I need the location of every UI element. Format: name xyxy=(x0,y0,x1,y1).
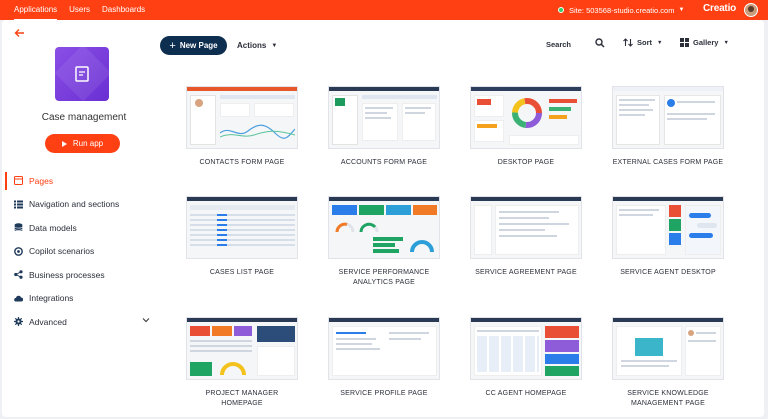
page-card[interactable]: SERVICE PROFILE PAGE xyxy=(328,317,440,399)
sidebar-item-copilot[interactable]: Copilot scenarios xyxy=(2,240,162,264)
sidebar-menu: Pages Navigation and sections Data model… xyxy=(2,169,162,334)
page-card[interactable]: CONTACTS FORM PAGE xyxy=(186,86,298,168)
page-card-title: CC AGENT HOMEPAGE xyxy=(485,390,567,397)
page-card-title: CONTACTS FORM PAGE xyxy=(199,159,285,166)
sidebar-item-label: Advanced xyxy=(29,316,67,327)
copilot-icon xyxy=(14,246,23,256)
app-icon xyxy=(55,47,109,101)
sort-button[interactable]: Sort ▼ xyxy=(623,38,662,47)
chevron-down-icon[interactable] xyxy=(142,316,150,325)
page-card[interactable]: ACCOUNTS FORM PAGE xyxy=(328,86,440,168)
page-card-title: DESKTOP PAGE xyxy=(497,159,555,166)
gallery-view-button[interactable]: Gallery ▼ xyxy=(680,38,729,47)
app-title: Case management xyxy=(41,112,127,123)
process-icon xyxy=(14,270,23,280)
top-bar: Applications Users Dashboards Site: 5035… xyxy=(0,0,768,20)
chevron-down-icon: ▼ xyxy=(678,7,685,13)
new-page-button[interactable]: + New Page xyxy=(160,36,227,55)
sidebar-item-label: Integrations xyxy=(29,293,74,304)
sidebar-item-business-processes[interactable]: Business processes xyxy=(2,263,162,287)
play-icon xyxy=(61,140,67,147)
case-icon xyxy=(75,66,89,82)
page-thumbnail xyxy=(328,196,440,259)
sidebar-item-pages[interactable]: Pages xyxy=(2,169,162,193)
page-card[interactable]: CC AGENT HOMEPAGE xyxy=(470,317,582,399)
page-card-title: SERVICE PROFILE PAGE xyxy=(340,390,428,397)
site-label: Site: 503568-studio.creatio.com xyxy=(569,5,675,15)
chevron-down-icon: ▼ xyxy=(657,39,663,46)
page-card[interactable]: EXTERNAL CASES FORM PAGE xyxy=(612,86,724,168)
page-card[interactable]: CASES LIST PAGE xyxy=(186,196,298,278)
page-card-title: ACCOUNTS FORM PAGE xyxy=(340,159,428,166)
chevron-down-icon: ▼ xyxy=(723,39,729,46)
gallery-label: Gallery xyxy=(693,38,719,47)
status-dot-icon xyxy=(558,7,564,13)
sidebar-item-data-models[interactable]: Data models xyxy=(2,216,162,240)
sidebar-item-navigation[interactable]: Navigation and sections xyxy=(2,193,162,217)
page-card[interactable]: SERVICE AGREEMENT PAGE xyxy=(470,196,582,278)
database-icon xyxy=(14,223,23,232)
pages-icon xyxy=(14,176,23,186)
page-card-title: SERVICE AGENT DESKTOP xyxy=(620,269,716,276)
page-thumbnail xyxy=(612,196,724,259)
page-card-title: SERVICE PERFORMANCE ANALYTICS PAGE xyxy=(338,269,430,286)
avatar[interactable] xyxy=(744,3,758,17)
cloud-icon xyxy=(14,295,23,302)
top-nav: Applications Users Dashboards xyxy=(14,0,157,20)
page-thumbnail xyxy=(186,196,298,259)
page-thumbnail xyxy=(328,86,440,149)
actions-menu-button[interactable]: Actions ▼ xyxy=(237,36,277,55)
site-selector[interactable]: Site: 503568-studio.creatio.com ▼ xyxy=(558,0,684,20)
page-card-title: SERVICE KNOWLEDGE MANAGEMENT PAGE xyxy=(627,390,709,407)
search-icon[interactable] xyxy=(595,38,605,48)
page-card-title: PROJECT MANAGER HOMEPAGE xyxy=(205,390,279,407)
creatio-logo: Creatio xyxy=(703,3,737,14)
new-page-label: New Page xyxy=(179,41,218,50)
page-card[interactable]: SERVICE PERFORMANCE ANALYTICS PAGE xyxy=(328,196,440,287)
page-thumbnail xyxy=(328,317,440,380)
search-label[interactable]: Search xyxy=(546,40,571,49)
page-thumbnail xyxy=(186,86,298,149)
page-card[interactable]: SERVICE AGENT DESKTOP xyxy=(612,196,724,278)
page-card[interactable]: SERVICE KNOWLEDGE MANAGEMENT PAGE xyxy=(612,317,724,408)
list-icon xyxy=(14,200,23,209)
page-thumbnail xyxy=(612,86,724,149)
page-thumbnail xyxy=(186,317,298,380)
sidebar-item-label: Navigation and sections xyxy=(29,199,120,210)
grid-icon xyxy=(680,38,689,47)
tab-users[interactable]: Users xyxy=(69,0,90,20)
page-thumbnail xyxy=(470,196,582,259)
page-thumbnail xyxy=(612,317,724,380)
sidebar-item-label: Pages xyxy=(29,175,54,186)
page-card[interactable]: PROJECT MANAGER HOMEPAGE xyxy=(186,317,298,408)
sidebar-item-integrations[interactable]: Integrations xyxy=(2,287,162,311)
gear-icon xyxy=(14,317,23,327)
sidebar-item-label: Copilot scenarios xyxy=(29,246,95,257)
sort-label: Sort xyxy=(637,38,652,47)
sidebar-item-advanced[interactable]: Advanced xyxy=(2,310,162,334)
sidebar-item-label: Data models xyxy=(29,222,77,233)
actions-label: Actions xyxy=(237,41,267,50)
plus-icon: + xyxy=(169,39,176,52)
page-card[interactable]: DESKTOP PAGE xyxy=(470,86,582,168)
sidebar-item-label: Business processes xyxy=(29,269,105,280)
run-app-button[interactable]: Run app xyxy=(45,134,120,153)
page-thumbnail xyxy=(470,317,582,380)
sort-icon xyxy=(623,38,633,47)
tab-applications[interactable]: Applications xyxy=(14,0,58,20)
page-card-title: CASES LIST PAGE xyxy=(209,269,275,276)
main-panel: Case management Run app Pages Navigation… xyxy=(2,20,764,417)
run-app-label: Run app xyxy=(72,139,104,148)
chevron-down-icon: ▼ xyxy=(271,42,278,49)
tab-dashboards[interactable]: Dashboards xyxy=(102,0,145,20)
page-card-title: EXTERNAL CASES FORM PAGE xyxy=(612,159,724,166)
page-card-title: SERVICE AGREEMENT PAGE xyxy=(475,269,577,276)
back-arrow-icon[interactable] xyxy=(14,28,25,41)
page-thumbnail xyxy=(470,86,582,149)
